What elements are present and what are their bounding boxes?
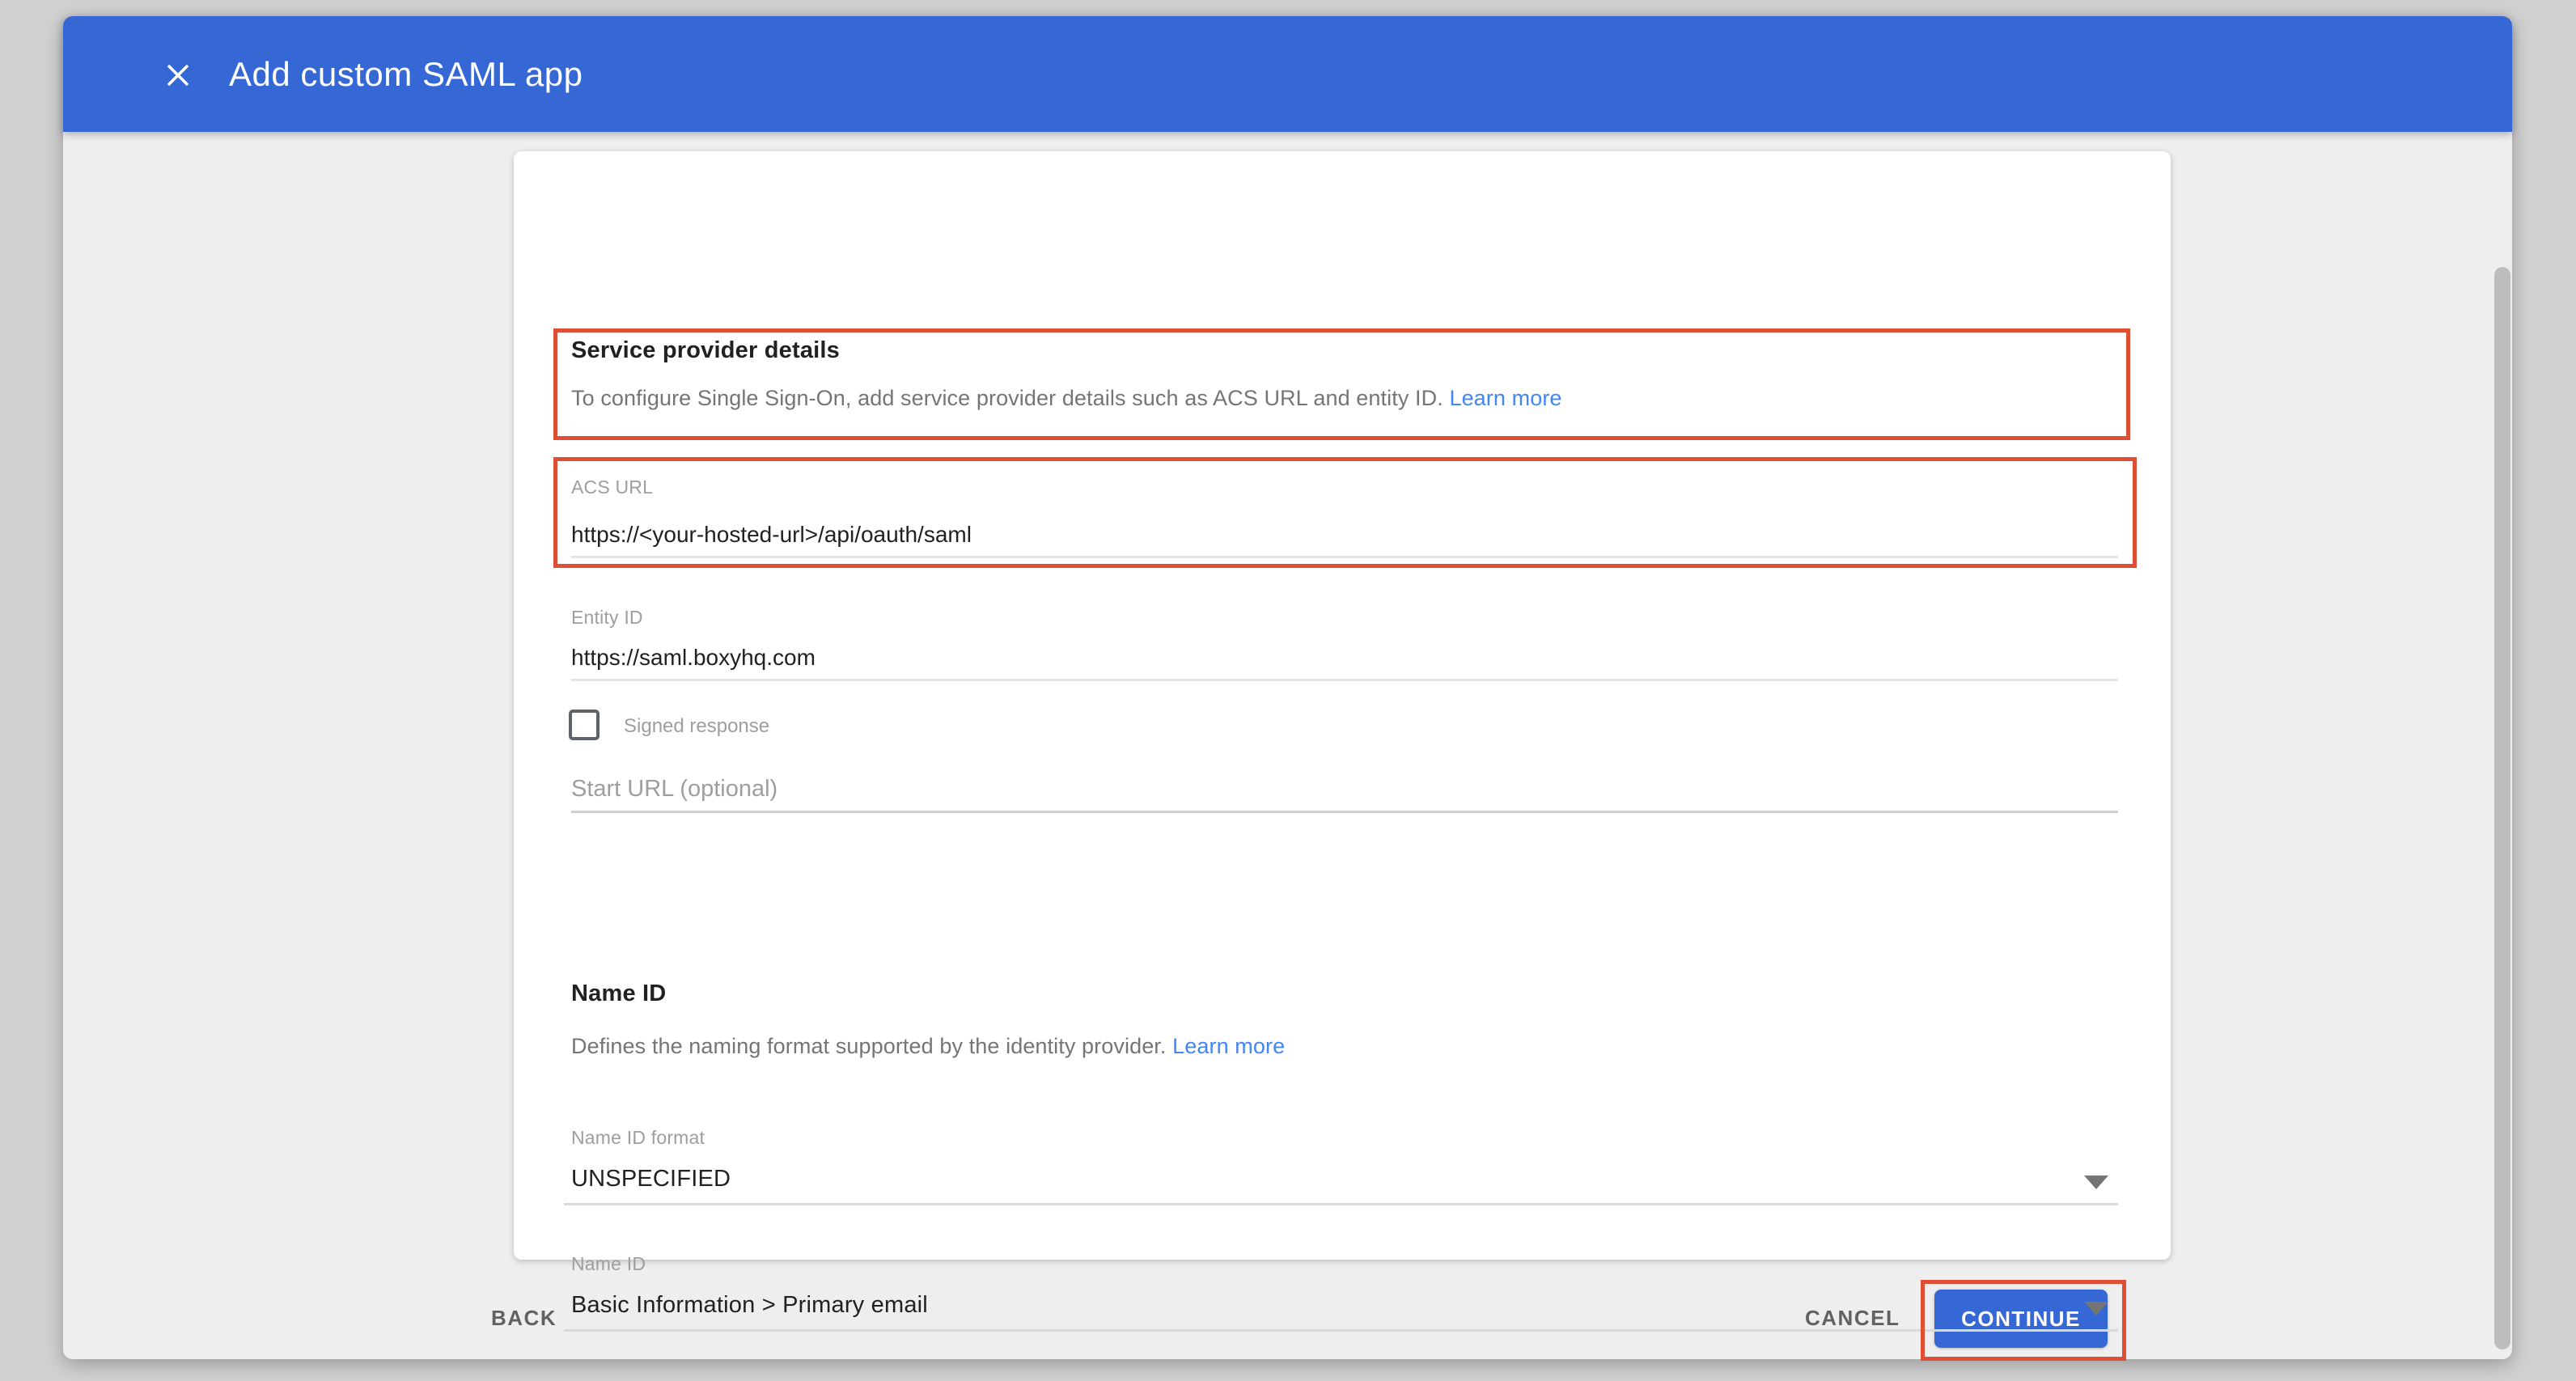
start-url-input[interactable] (571, 768, 2118, 813)
name-id-format-underline (564, 1203, 2118, 1205)
name-id-underline (564, 1329, 2118, 1332)
entity-id-label: Entity ID (571, 607, 643, 629)
service-provider-card: Service provider details To configure Si… (514, 151, 2171, 1260)
name-id-format-select[interactable]: UNSPECIFIED (571, 1166, 731, 1192)
add-custom-saml-app-dialog: Add custom SAML app Service provider det… (63, 16, 2512, 1359)
continue-button[interactable]: CONTINUE (1934, 1290, 2108, 1348)
acs-url-input[interactable] (571, 513, 2118, 558)
service-provider-details-heading: Service provider details (571, 337, 840, 364)
signed-response-label: Signed response (624, 715, 769, 738)
name-id-select[interactable]: Basic Information > Primary email (571, 1292, 928, 1319)
acs-url-label: ACS URL (571, 477, 653, 498)
close-icon (162, 59, 194, 91)
cancel-button[interactable]: CANCEL (1805, 1306, 1900, 1331)
entity-id-input[interactable] (571, 636, 2118, 681)
name-id-heading: Name ID (571, 981, 666, 1007)
service-provider-description-text: To configure Single Sign-On, add service… (571, 386, 1443, 410)
name-id-description-text: Defines the naming format supported by t… (571, 1034, 1167, 1058)
chevron-down-icon-name-id[interactable] (2084, 1302, 2108, 1315)
name-id-select-label: Name ID (571, 1253, 646, 1275)
learn-more-link-service-provider[interactable]: Learn more (1449, 386, 1561, 410)
chevron-down-icon-name-id-format[interactable] (2084, 1176, 2108, 1189)
back-button[interactable]: BACK (491, 1306, 557, 1331)
dialog-header: Add custom SAML app (63, 16, 2512, 132)
learn-more-link-name-id[interactable]: Learn more (1172, 1034, 1285, 1058)
name-id-description: Defines the naming format supported by t… (571, 1034, 1285, 1059)
name-id-format-label: Name ID format (571, 1127, 705, 1149)
service-provider-description: To configure Single Sign-On, add service… (571, 386, 1562, 411)
dialog-title: Add custom SAML app (229, 16, 583, 132)
close-button[interactable] (159, 57, 197, 94)
signed-response-checkbox[interactable] (569, 710, 600, 740)
vertical-scrollbar-thumb[interactable] (2494, 267, 2510, 1349)
